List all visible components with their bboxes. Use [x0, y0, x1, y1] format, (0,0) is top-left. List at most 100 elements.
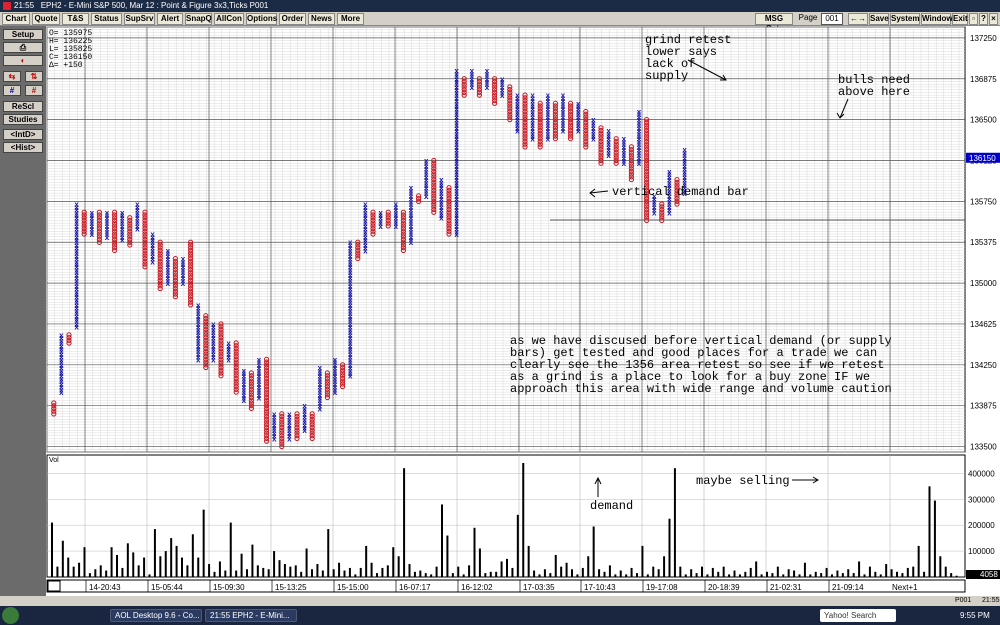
chart-grid	[46, 26, 966, 578]
pnf-chart[interactable]: x x x x x x x x x x x x x x x x x x x x x x x x x x x x x x x x x x x x x x x x…	[0, 0, 1000, 625]
volume-bar	[88, 573, 91, 577]
volume-bar	[495, 571, 498, 577]
volume-bar	[457, 566, 460, 577]
volume-bar	[516, 514, 519, 577]
price-tick-label: 135375	[970, 238, 997, 247]
volume-bar	[760, 574, 763, 577]
annotation-discussion-5: approach this area with wide range and v…	[510, 382, 892, 396]
volume-bar	[175, 545, 178, 577]
volume-bar	[646, 574, 649, 577]
price-tick-label: 136500	[970, 116, 997, 125]
volume-bar	[251, 544, 254, 577]
volume-bar	[441, 504, 443, 577]
pnf-x-mark: x	[637, 107, 642, 116]
time-tick-label: 15-15:00	[337, 583, 369, 592]
pnf-x-mark: x	[485, 67, 490, 76]
volume-bar	[587, 556, 590, 577]
pnf-x-mark: x	[546, 91, 551, 100]
volume-bar	[283, 564, 286, 577]
annotation-vertical-demand: vertical demand bar	[612, 185, 749, 199]
volume-bar	[343, 570, 346, 577]
volume-bar	[809, 574, 812, 577]
next-label: Next+1	[892, 583, 918, 592]
volume-bar	[397, 556, 400, 577]
volume-bar	[381, 567, 384, 577]
volume-bar	[121, 567, 124, 577]
pnf-x-mark: x	[424, 156, 429, 165]
volume-bar	[354, 574, 357, 577]
volume-bar	[614, 574, 617, 577]
price-tick-label: 137250	[970, 34, 997, 43]
volume-bar	[430, 574, 433, 577]
volume-bar	[278, 560, 281, 577]
pnf-x-mark: x	[166, 246, 171, 255]
volume-bar	[305, 548, 308, 577]
volume-bar	[376, 573, 378, 577]
volume-bar	[831, 574, 833, 577]
volume-bar	[159, 556, 162, 577]
volume-bar	[928, 486, 931, 577]
volume-bar	[717, 571, 720, 577]
time-tick-label: 15-13:25	[275, 583, 307, 592]
volume-bar	[803, 562, 806, 577]
volume-bar	[592, 526, 595, 577]
volume-bar	[787, 569, 790, 577]
volume-bar	[814, 571, 817, 577]
volume-bar	[841, 573, 844, 577]
taskbar-item-aol[interactable]: AOL Desktop 9.6 - Co...	[110, 609, 202, 622]
volume-bar	[847, 569, 850, 577]
pnf-x-mark: x	[500, 75, 505, 84]
volume-bar	[506, 558, 508, 577]
annotation-maybe-selling: maybe selling	[696, 474, 790, 488]
search-input[interactable]: Yahoo! Search	[820, 609, 896, 622]
volume-bar	[321, 570, 324, 577]
volume-bar	[489, 571, 492, 577]
pnf-x-mark: x	[470, 67, 475, 76]
pnf-x-mark: x	[394, 200, 399, 209]
pnf-x-mark: x	[606, 127, 611, 136]
volume-bar	[132, 552, 135, 577]
volume-bar	[673, 468, 676, 577]
volume-bar	[755, 561, 758, 577]
volume-bar	[359, 567, 362, 577]
volume-bar	[917, 545, 920, 577]
volume-bar	[852, 573, 855, 577]
volume-bar	[933, 500, 936, 577]
volume-bar	[370, 562, 373, 577]
annotation-bulls-2: above here	[838, 85, 910, 99]
pnf-x-mark: x	[59, 331, 64, 340]
price-tick-label: 136875	[970, 75, 997, 84]
volume-bar	[446, 535, 449, 577]
volume-bar	[403, 468, 406, 577]
pnf-x-mark: x	[333, 355, 338, 364]
start-button[interactable]	[2, 607, 19, 624]
pnf-x-mark: x	[348, 238, 353, 247]
volume-bar	[771, 573, 774, 577]
taskbar-item-chart[interactable]: 21:55 EPH2 - E-Mini...	[205, 609, 297, 622]
volume-bar	[776, 566, 779, 577]
volume-bar	[365, 545, 368, 577]
volume-bar	[419, 570, 422, 577]
volume-bar	[235, 570, 238, 577]
pnf-x-mark: x	[287, 410, 292, 419]
time-axis-scroll-box	[47, 580, 61, 592]
pnf-x-mark: x	[211, 320, 216, 329]
volume-bar	[868, 566, 871, 577]
volume-bar	[538, 574, 541, 577]
volume-bar	[619, 570, 622, 577]
volume-bar	[836, 570, 839, 577]
current-price-label: 136150	[969, 154, 996, 163]
price-tick-label: 134625	[970, 320, 997, 329]
volume-bar	[473, 527, 476, 577]
volume-bar	[294, 565, 297, 577]
volume-bar	[116, 554, 118, 577]
volume-bar	[560, 566, 563, 577]
volume-bar	[213, 571, 216, 577]
volume-bar	[273, 551, 276, 577]
volume-bar	[153, 529, 156, 577]
volume-bar	[327, 529, 330, 577]
volume-bar	[706, 574, 709, 577]
annotation-grind-4: supply	[645, 69, 688, 83]
time-tick-label: 15-05:44	[151, 583, 183, 592]
volume-bar	[256, 565, 259, 577]
